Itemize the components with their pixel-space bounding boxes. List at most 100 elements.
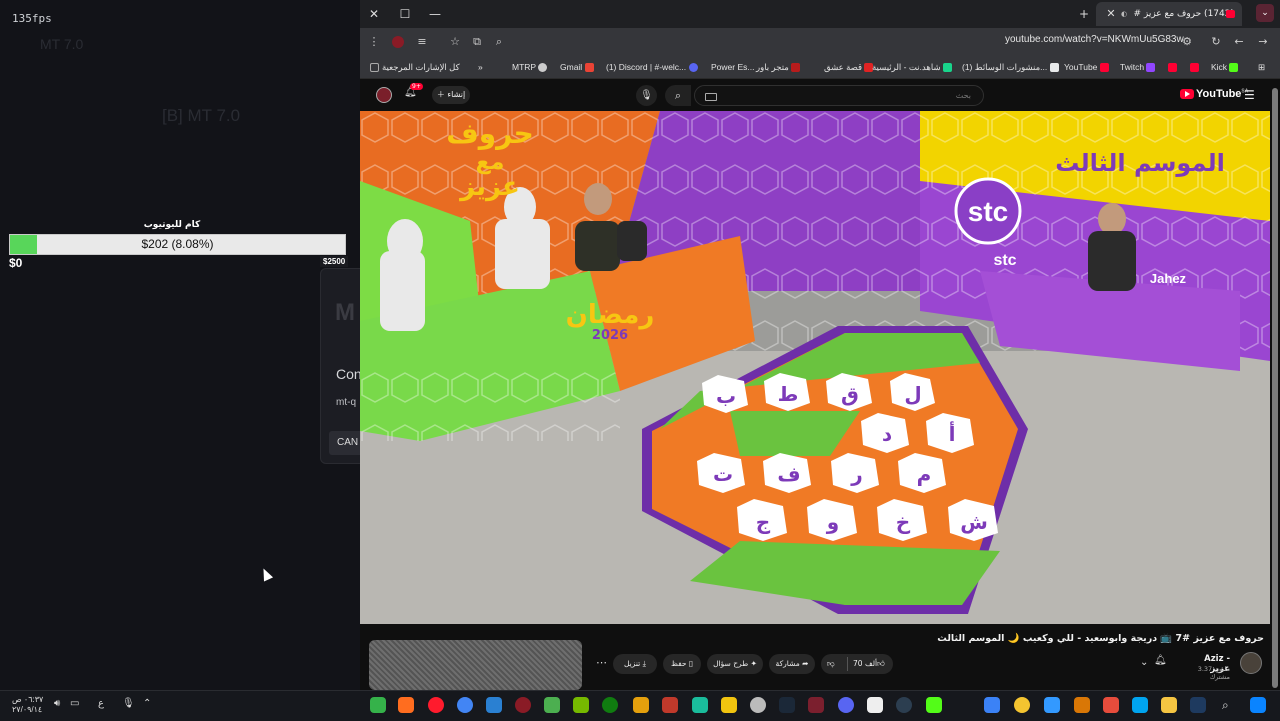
bookmark-x[interactable]: (1) منشورات الوسائط...: [962, 56, 1062, 78]
youtube-icon: [1099, 63, 1109, 73]
bookmark-power[interactable]: Power Es...: [711, 56, 754, 78]
app-icon[interactable]: [896, 697, 912, 713]
chrome-app-icon[interactable]: [457, 697, 473, 713]
tray-chevron-icon[interactable]: ⌃: [143, 698, 151, 709]
bookmark-qisat[interactable]: قصة عشق: [824, 56, 876, 78]
share-button[interactable]: مشاركة ➦: [769, 654, 815, 674]
scrollbar-thumb[interactable]: [1272, 88, 1278, 688]
maximize-window-icon[interactable]: ☐: [394, 4, 416, 24]
tab-close-icon[interactable]: ✕: [1102, 4, 1120, 24]
download-icon: ⤓: [642, 659, 646, 668]
bookmark-youtube[interactable]: YouTube: [1064, 56, 1112, 78]
obs-app-icon[interactable]: [370, 697, 386, 713]
save-button[interactable]: حفظ ▯: [663, 654, 701, 674]
bookmark-star-icon[interactable]: ☆: [446, 33, 464, 51]
bookmark-discord[interactable]: (1) Discord | #-welc...: [606, 56, 701, 78]
dialog-subtitle: mt-q: [336, 397, 356, 408]
bookmark-mtrp[interactable]: MTRP: [512, 56, 550, 78]
steam-app-icon[interactable]: [779, 697, 795, 713]
dislike-icon[interactable]: 👎︎: [827, 654, 835, 674]
bookmark-gmail[interactable]: Gmail: [560, 56, 597, 78]
bookmark-overflow[interactable]: »: [478, 56, 483, 78]
create-button[interactable]: ＋ إنشاء: [432, 86, 470, 104]
profile-avatar-icon[interactable]: [389, 33, 407, 51]
dialog-cancel-button[interactable]: CAN: [329, 431, 361, 455]
subscription-bell-icon[interactable]: 🔔︎: [1154, 655, 1167, 666]
app-icon[interactable]: [808, 697, 824, 713]
account-avatar[interactable]: [376, 87, 392, 103]
bookmark-twitch[interactable]: Twitch: [1120, 56, 1158, 78]
app-icon[interactable]: [1014, 697, 1030, 713]
network-icon[interactable]: ▭: [70, 698, 79, 709]
xbox-app-icon[interactable]: [602, 697, 618, 713]
system-clock[interactable]: ٠٦:٣٧ ص ٢٧/٠٩/١٤: [12, 695, 43, 715]
video-player[interactable]: حروف مع عزيز الموسم الثالث stc stc Jahez…: [360, 111, 1270, 624]
volume-icon[interactable]: 🔊︎: [54, 698, 60, 709]
tab-youtube-video[interactable]: ✕ ◐ (1742) حروف مع عزيز #7 📺: [1096, 2, 1242, 26]
taskview-icon[interactable]: [1190, 697, 1206, 713]
voice-search-mic-icon[interactable]: 🎙︎: [636, 85, 657, 106]
app-icon[interactable]: [1044, 697, 1060, 713]
search-icon[interactable]: ⌕: [665, 85, 691, 106]
minimize-window-icon[interactable]: —: [424, 4, 446, 24]
app-icon[interactable]: [1074, 697, 1090, 713]
app-icon[interactable]: [984, 697, 1000, 713]
app-icon[interactable]: [926, 697, 942, 713]
share-page-icon[interactable]: ⧉: [468, 33, 486, 51]
bookmark-store[interactable]: متجر باور: [756, 56, 803, 78]
ask-button[interactable]: طرح سؤال ✦: [707, 654, 763, 674]
close-window-icon[interactable]: ✕: [363, 4, 385, 24]
bookmark-all[interactable]: كل الإشارات المرجعية: [370, 56, 460, 78]
keyboard-icon[interactable]: [705, 93, 717, 101]
reload-icon[interactable]: ↻: [1207, 33, 1225, 51]
new-tab-icon[interactable]: +: [1073, 4, 1095, 24]
file-explorer-icon[interactable]: [1161, 697, 1177, 713]
site-settings-icon[interactable]: ⚙: [1178, 33, 1196, 51]
chevron-down-icon[interactable]: ⌄: [1140, 657, 1148, 668]
forward-icon[interactable]: ←: [1230, 33, 1248, 51]
page-scrollbar[interactable]: [1270, 80, 1280, 690]
apps-grid-icon[interactable]: ⊞: [1258, 56, 1265, 78]
nvidia-app-icon[interactable]: [573, 697, 589, 713]
app-icon[interactable]: [633, 697, 649, 713]
app-icon[interactable]: [544, 697, 560, 713]
back-icon[interactable]: →: [1254, 33, 1272, 51]
opera-app-icon[interactable]: [428, 697, 444, 713]
like-icon[interactable]: 👍︎: [877, 654, 885, 674]
svg-text:ج: ج: [756, 510, 771, 534]
like-count[interactable]: 70 ألف: [853, 654, 877, 674]
bookmark-kick[interactable]: Kick: [1211, 56, 1241, 78]
channel-avatar[interactable]: [1240, 652, 1262, 674]
brave-app-icon[interactable]: [398, 697, 414, 713]
ramadan-year: 2026: [592, 328, 628, 343]
search-input[interactable]: بحث: [694, 85, 984, 106]
download-button[interactable]: تنزيل ⤓: [613, 654, 657, 674]
share-icon: ➦: [802, 659, 809, 668]
app-icon[interactable]: [867, 697, 883, 713]
app-icon[interactable]: [515, 697, 531, 713]
bookmark-shahid[interactable]: شاهد.نت - الرئيسية: [872, 56, 955, 78]
bookmark-youtube-2[interactable]: [1168, 56, 1180, 78]
bookmark-youtube-3[interactable]: [1190, 56, 1202, 78]
youtube-logo[interactable]: YouTubeSA: [1180, 88, 1248, 100]
zoom-icon[interactable]: ⌕: [490, 33, 508, 51]
search-icon[interactable]: ⌕: [1222, 698, 1229, 713]
windows-start-icon[interactable]: [1250, 697, 1266, 713]
microphone-icon[interactable]: 🎙︎: [122, 698, 135, 709]
discord-app-icon[interactable]: [838, 697, 854, 713]
store-app-icon[interactable]: [1132, 697, 1148, 713]
app-icon[interactable]: [662, 697, 678, 713]
browser-menu-icon[interactable]: ⋮: [365, 33, 383, 51]
app-icon[interactable]: [692, 697, 708, 713]
app-icon[interactable]: [721, 697, 737, 713]
settings-app-icon[interactable]: [750, 697, 766, 713]
more-actions-icon[interactable]: ⋯: [596, 656, 607, 669]
media-controls-icon[interactable]: ≡: [413, 33, 431, 51]
language-indicator[interactable]: ع: [98, 698, 104, 709]
hamburger-menu-icon[interactable]: ☰: [1244, 88, 1255, 102]
tab-search-icon[interactable]: ⌄: [1256, 4, 1274, 22]
app-icon[interactable]: [1103, 697, 1119, 713]
address-bar[interactable]: youtube.com/watch?v=NKWmUu5G83w: [1005, 34, 1184, 45]
taskview-app-icon[interactable]: [486, 697, 502, 713]
blurred-thumbnail[interactable]: [369, 640, 582, 690]
